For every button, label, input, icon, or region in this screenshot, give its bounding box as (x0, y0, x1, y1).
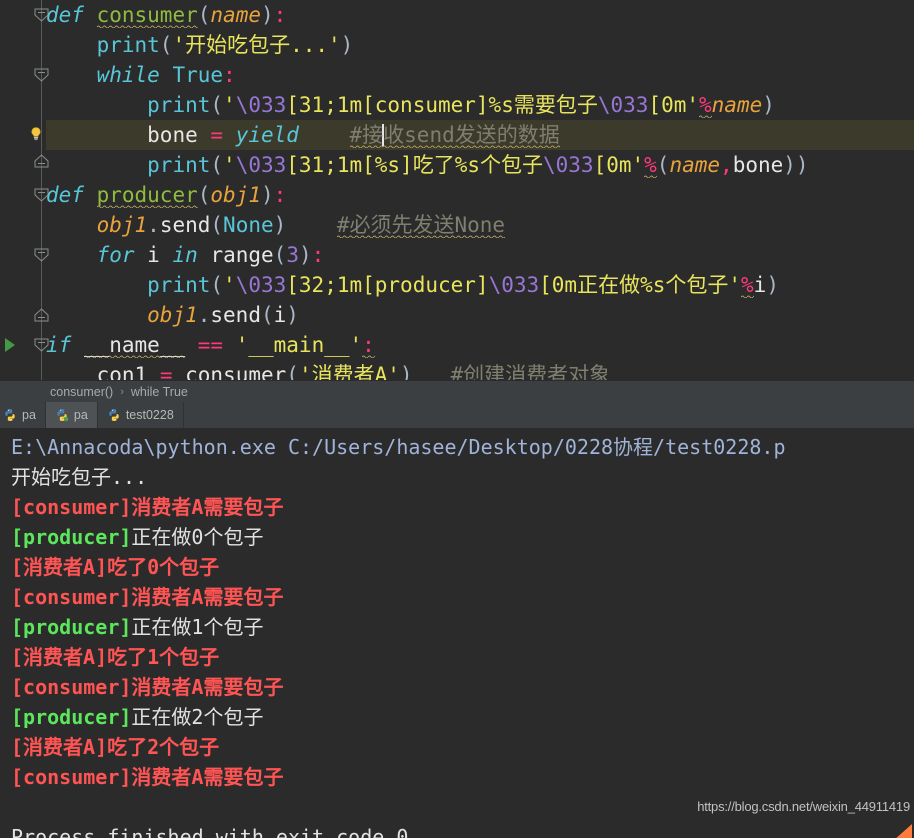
breadcrumb-item-while[interactable]: while True (131, 385, 188, 399)
console-segment: Process finished with exit code 0 (11, 825, 409, 838)
console-segment: [consumer]消费者A需要包子 (11, 585, 284, 609)
console-segment: [producer] (11, 705, 132, 729)
console-line: E:\Annacoda\python.exe C:/Users/hasee/De… (0, 432, 914, 462)
console-segment: [producer] (11, 615, 132, 639)
code-line[interactable]: def producer(obj1): (46, 180, 914, 210)
code-line[interactable]: while True: (46, 60, 914, 90)
console-line: [消费者A]吃了2个包子 (0, 732, 914, 762)
python-file-icon (3, 408, 17, 422)
pycharm-window: def consumer(name): print('开始吃包子...') wh… (0, 0, 914, 838)
code-line[interactable]: con1 = consumer('消费者A') #创建消费者对象 (46, 360, 914, 380)
tab-test0228[interactable]: test0228 (98, 402, 184, 428)
console-segment: [producer] (11, 525, 132, 549)
lightbulb-icon[interactable] (28, 126, 44, 142)
console-line: 开始吃包子... (0, 462, 914, 492)
run-console-output[interactable]: E:\Annacoda\python.exe C:/Users/hasee/De… (0, 428, 914, 838)
console-line: [消费者A]吃了1个包子 (0, 642, 914, 672)
code-line[interactable]: print('\033[31;1m[%s]吃了%s个包子\033[0m'%(na… (46, 150, 914, 180)
code-line[interactable]: obj1.send(None) #必须先发送None (46, 210, 914, 240)
console-segment: 开始吃包子... (11, 465, 148, 489)
console-line: [producer]正在做2个包子 (0, 702, 914, 732)
console-segment: [consumer]消费者A需要包子 (11, 495, 284, 519)
breadcrumb-item-consumer[interactable]: consumer() (50, 385, 113, 399)
console-line: Process finished with exit code 0 (0, 822, 914, 838)
code-editor[interactable]: def consumer(name): print('开始吃包子...') wh… (0, 0, 914, 380)
code-line[interactable]: for i in range(3): (46, 240, 914, 270)
editor-tab-bar[interactable]: pa pa test0228 (0, 402, 914, 428)
console-line: [consumer]消费者A需要包子 (0, 492, 914, 522)
console-segment: [consumer]消费者A需要包子 (11, 675, 284, 699)
code-line[interactable]: print('开始吃包子...') (46, 30, 914, 60)
run-arrow-icon[interactable] (3, 337, 17, 353)
console-segment: 正在做2个包子 (131, 705, 264, 729)
tab-label: test0228 (125, 408, 174, 422)
tab-label: pa (22, 408, 36, 422)
tab-pa-2[interactable]: pa (45, 402, 98, 428)
console-segment: E:\Annacoda\python.exe C:/Users/hasee/De… (11, 435, 786, 459)
python-file-icon (55, 408, 69, 422)
console-line: [consumer]消费者A需要包子 (0, 672, 914, 702)
console-segment: [消费者A]吃了1个包子 (11, 645, 220, 669)
console-segment: [consumer]消费者A需要包子 (11, 765, 284, 789)
console-segment: 正在做1个包子 (131, 615, 264, 639)
code-line-current[interactable]: bone = yield #接收send发送的数据 (46, 120, 914, 150)
console-line: [consumer]消费者A需要包子 (0, 762, 914, 792)
console-line: [producer]正在做0个包子 (0, 522, 914, 552)
console-line: [producer]正在做1个包子 (0, 612, 914, 642)
code-line[interactable]: obj1.send(i) (46, 300, 914, 330)
code-line[interactable]: def consumer(name): (46, 0, 914, 30)
code-line[interactable]: if __name__ == '__main__': (46, 330, 914, 360)
console-line-list: E:\Annacoda\python.exe C:/Users/hasee/De… (0, 432, 914, 838)
code-text-area[interactable]: def consumer(name): print('开始吃包子...') wh… (46, 0, 914, 380)
python-file-icon (107, 408, 121, 422)
console-segment: [消费者A]吃了2个包子 (11, 735, 220, 759)
console-line: [消费者A]吃了0个包子 (0, 552, 914, 582)
console-segment: [消费者A]吃了0个包子 (11, 555, 220, 579)
csdn-logo-icon (866, 820, 912, 838)
editor-gutter[interactable] (0, 0, 49, 380)
breadcrumb[interactable]: consumer() › while True (0, 380, 914, 402)
code-line[interactable]: print('\033[32;1m[producer]\033[0m正在做%s个… (46, 270, 914, 300)
tab-pa-1[interactable]: pa (0, 402, 46, 428)
console-line: [consumer]消费者A需要包子 (0, 582, 914, 612)
code-line[interactable]: print('\033[31;1m[consumer]%s需要包子\033[0m… (46, 90, 914, 120)
console-segment: 正在做0个包子 (131, 525, 264, 549)
tab-label: pa (73, 408, 88, 422)
watermark-text: https://blog.csdn.net/weixin_44911419 (697, 799, 910, 814)
breadcrumb-separator-icon: › (120, 385, 124, 398)
